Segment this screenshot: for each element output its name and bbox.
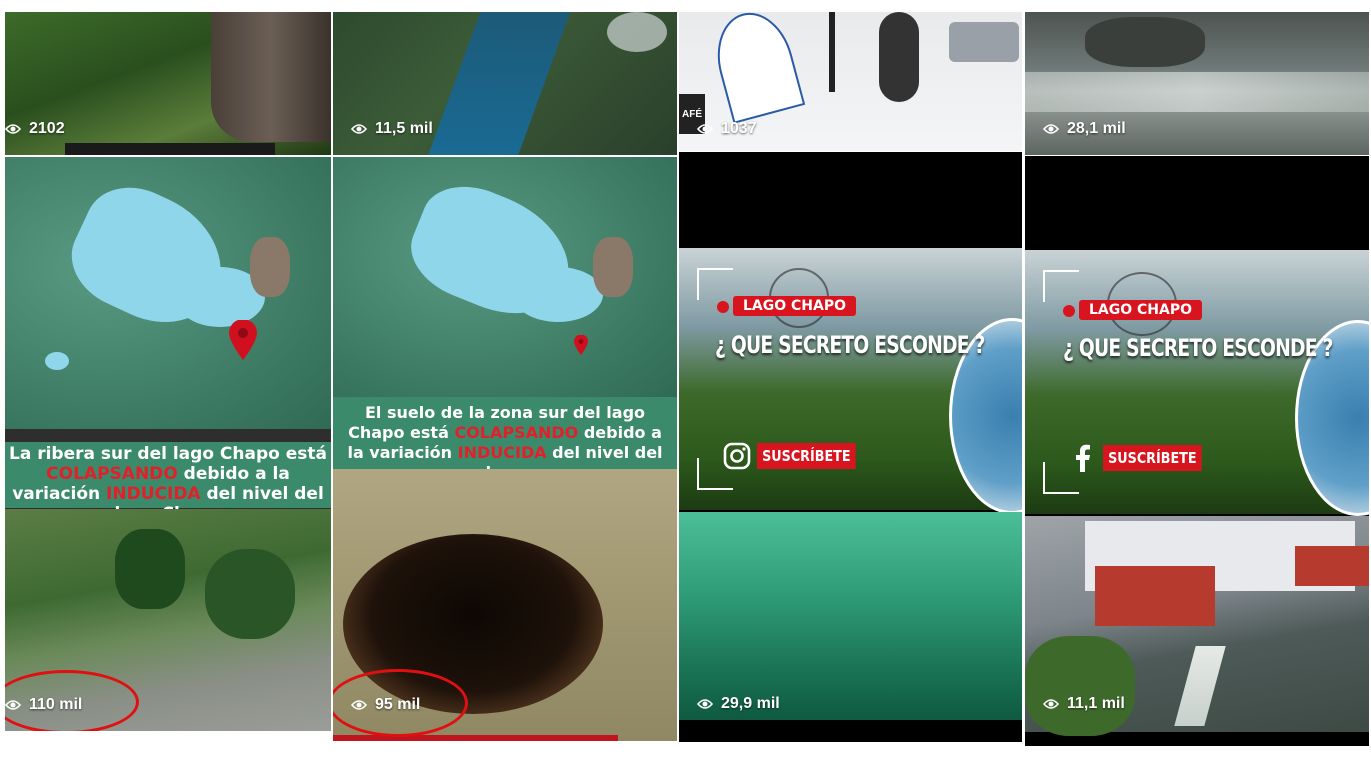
video-caption: El suelo de la zona sur del lago Chapo e… — [333, 397, 677, 482]
gradient-thumbnail — [679, 512, 1022, 720]
caption-highlight: INDUCIDA — [457, 443, 547, 462]
view-count: 11,5 mil — [351, 120, 433, 138]
subscribe-row: SUSCRÍBETE — [1069, 444, 1219, 472]
view-count-label: 110 mil — [29, 696, 83, 713]
view-count-label: 28,1 mil — [1067, 120, 1126, 137]
view-count: 95 mil — [351, 696, 420, 714]
map-pin-icon — [574, 335, 588, 355]
view-count: 110 mil — [5, 696, 82, 714]
map-pin-icon — [229, 320, 257, 360]
video-tile-11-1-mil[interactable]: LAGO CHAPO ¿ QUE SECRETO ESCONDE ? SUSCR… — [1025, 156, 1369, 746]
promo-banner: LAGO CHAPO ¿ QUE SECRETO ESCONDE ? SUSCR… — [679, 248, 1022, 514]
eye-icon — [697, 699, 713, 709]
video-tile-28-1-mil[interactable]: 28,1 mil — [1025, 12, 1369, 155]
eye-icon — [1043, 124, 1059, 134]
headline: ¿ QUE SECRETO ESCONDE ? — [715, 331, 985, 359]
caption-highlight: COLAPSANDO — [46, 464, 178, 484]
video-tile-110-mil[interactable]: La ribera sur del lago Chapo está COLAPS… — [5, 157, 331, 731]
map-thumbnail — [5, 157, 331, 429]
map-thumbnail — [333, 157, 677, 397]
eye-icon — [5, 124, 21, 134]
lago-chapo-badge: LAGO CHAPO — [1062, 300, 1203, 320]
video-caption: La ribera sur del lago Chapo está COLAPS… — [5, 442, 331, 524]
video-tile-29-9-mil[interactable]: LAGO CHAPO ¿ QUE SECRETO ESCONDE ? SUSCR… — [679, 152, 1022, 742]
instagram-icon — [723, 442, 751, 470]
eye-icon — [351, 124, 367, 134]
eye-icon — [697, 124, 713, 134]
facebook-icon — [1069, 444, 1097, 472]
view-count-label: 2102 — [29, 120, 65, 137]
view-count-label: 29,9 mil — [721, 695, 780, 712]
lago-chapo-badge: LAGO CHAPO — [716, 296, 857, 316]
view-count-label: 95 mil — [375, 696, 421, 713]
eye-icon — [1043, 699, 1059, 709]
view-count-label: 11,1 mil — [1067, 695, 1125, 712]
view-count: 2102 — [5, 120, 65, 138]
view-count-label: 1037 — [721, 120, 757, 137]
view-count: 29,9 mil — [697, 695, 780, 713]
eye-icon — [5, 700, 21, 710]
side-text: AFÉ — [682, 108, 702, 120]
badge-label: LAGO CHAPO — [1089, 302, 1193, 318]
subscribe-label: SUSCRÍBETE — [757, 443, 856, 469]
frame-corner — [1043, 270, 1079, 302]
subscribe-label: SUSCRÍBETE — [1103, 445, 1202, 471]
video-tile-1037[interactable]: AFÉ 1037 — [679, 12, 1022, 151]
subscribe-row: SUSCRÍBETE — [723, 442, 873, 470]
badge-label: LAGO CHAPO — [743, 298, 847, 314]
promo-banner: LAGO CHAPO ¿ QUE SECRETO ESCONDE ? SUSCR… — [1025, 250, 1369, 516]
headline: ¿ QUE SECRETO ESCONDE ? — [1063, 334, 1333, 362]
caption-text: La ribera sur del lago Chapo está — [8, 444, 327, 464]
video-tile-2102[interactable]: 2102 — [5, 12, 331, 155]
view-count: 1037 — [697, 120, 757, 138]
caption-highlight: COLAPSANDO — [454, 423, 579, 442]
video-tile-95-mil[interactable]: El suelo de la zona sur del lago Chapo e… — [333, 157, 677, 741]
eye-icon — [351, 700, 367, 710]
caption-highlight: INDUCIDA — [106, 484, 201, 504]
view-count: 11,1 mil — [1043, 695, 1125, 713]
frame-corner — [697, 268, 733, 300]
video-tile-11-5-mil[interactable]: 11,5 mil — [333, 12, 677, 155]
view-count: 28,1 mil — [1043, 120, 1126, 138]
view-count-label: 11,5 mil — [375, 120, 433, 137]
